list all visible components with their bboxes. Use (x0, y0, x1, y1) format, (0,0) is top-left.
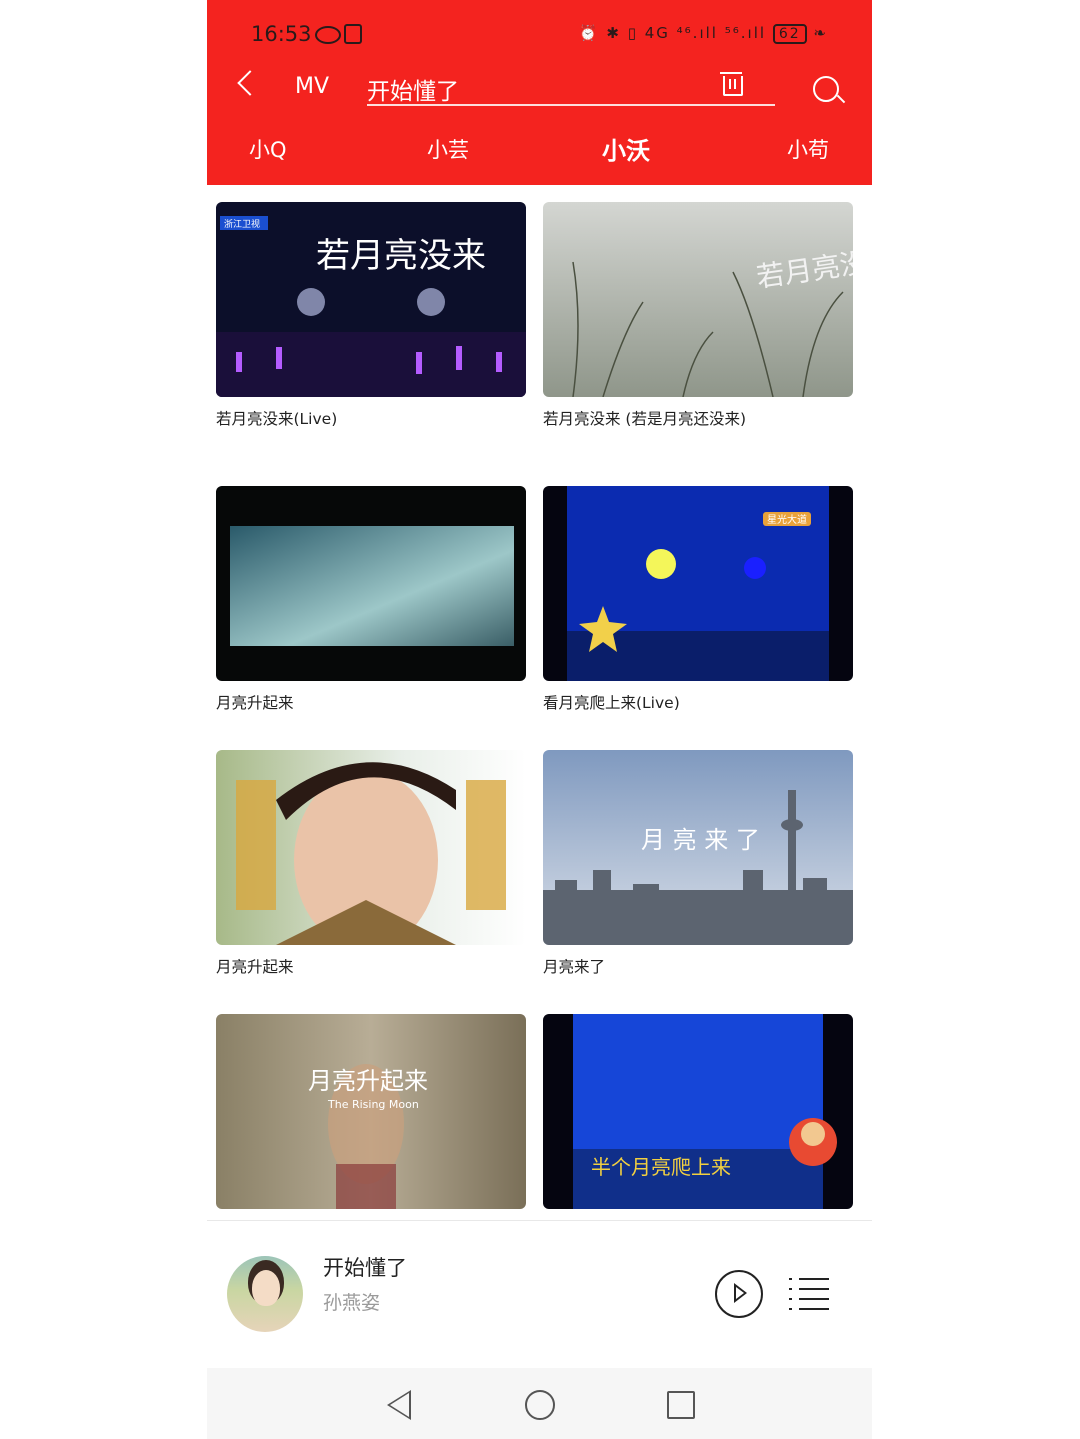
status-bar: 16:53 ⏰ ✱ ▯ 4G ⁴⁶.ıll ⁵⁶.ıll 62 ❧ (207, 20, 872, 54)
search-input[interactable]: 开始懂了 (367, 72, 459, 106)
video-title[interactable]: 月亮升起来 (216, 957, 436, 977)
signal-icons: ⏰ ✱ ▯ 4G ⁴⁶.ıll ⁵⁶.ıll (578, 24, 767, 42)
nav-back-icon[interactable] (387, 1390, 411, 1420)
top-bar: MV 开始懂了 (207, 66, 872, 116)
video-title[interactable]: 看月亮爬上来(Live) (543, 693, 763, 713)
video-thumbnail[interactable]: 月 亮 来 了 (543, 750, 853, 945)
album-art[interactable] (227, 1256, 303, 1332)
thumb-title: 半个月亮爬上来 (591, 1155, 731, 1179)
tab-xiao-gou[interactable]: 小苟 (787, 134, 829, 164)
thumb-title: 月亮升起来 (308, 1067, 428, 1095)
nav-recent-icon[interactable] (667, 1391, 695, 1419)
artist-name[interactable]: 孙燕姿 (323, 1288, 380, 1315)
back-icon[interactable] (237, 70, 263, 96)
channel-badge: 浙江卫视 (224, 218, 260, 230)
section-title: MV (295, 74, 330, 99)
status-time: 16:53 (251, 22, 312, 46)
search-field[interactable]: 开始懂了 (367, 70, 775, 106)
video-title[interactable]: 若月亮没来(Live) (216, 409, 436, 429)
video-thumbnail[interactable]: 星光大道 (543, 486, 853, 681)
play-button[interactable] (715, 1270, 763, 1318)
tab-xiao-yun[interactable]: 小芸 (427, 134, 469, 164)
tab-bar: 小Q 小芸 小沃 小苟 (207, 130, 872, 170)
system-nav-bar (207, 1368, 872, 1439)
video-title[interactable]: 月亮来了 (543, 957, 763, 977)
thumb-title: 若月亮没来 (316, 236, 486, 276)
playlist-icon[interactable] (789, 1276, 829, 1312)
battery-icon: 62 (772, 24, 807, 44)
nfc-icon (344, 24, 362, 44)
header: 16:53 ⏰ ✱ ▯ 4G ⁴⁶.ıll ⁵⁶.ıll 62 ❧ MV 开始懂… (207, 0, 872, 185)
tab-xiao-wo[interactable]: 小沃 (602, 131, 650, 166)
video-thumbnail[interactable] (216, 486, 526, 681)
video-title[interactable]: 月亮升起来 (216, 693, 436, 713)
video-thumbnail[interactable]: 半个月亮爬上来 (543, 1014, 853, 1209)
video-title[interactable]: 若月亮没来 (若是月亮还没来) (543, 409, 763, 429)
channel-badge: 星光大道 (767, 513, 807, 526)
song-title[interactable]: 开始懂了 (323, 1252, 407, 1282)
status-icons: ⏰ ✱ ▯ 4G ⁴⁶.ıll ⁵⁶.ıll 62 ❧ (579, 24, 828, 44)
tab-xiao-q[interactable]: 小Q (249, 134, 287, 164)
mini-player[interactable]: 开始懂了 孙燕姿 (207, 1222, 872, 1362)
video-thumbnail[interactable]: 月亮升起来 The Rising Moon (216, 1014, 526, 1209)
thumb-title: 月 亮 来 了 (641, 826, 760, 854)
leaf-icon: ❧ (813, 24, 828, 42)
video-thumbnail[interactable] (216, 750, 526, 945)
nav-home-icon[interactable] (525, 1390, 555, 1420)
divider (207, 1220, 872, 1221)
video-thumbnail[interactable]: 若月亮没来 (543, 202, 853, 397)
thumb-subtitle: The Rising Moon (327, 1098, 419, 1111)
eye-icon (315, 26, 341, 44)
trash-icon[interactable] (720, 72, 743, 96)
search-icon[interactable] (813, 76, 839, 102)
video-thumbnail[interactable]: 浙江卫视 若月亮没来 (216, 202, 526, 397)
app-screen: 16:53 ⏰ ✱ ▯ 4G ⁴⁶.ıll ⁵⁶.ıll 62 ❧ MV 开始懂… (207, 0, 872, 1439)
